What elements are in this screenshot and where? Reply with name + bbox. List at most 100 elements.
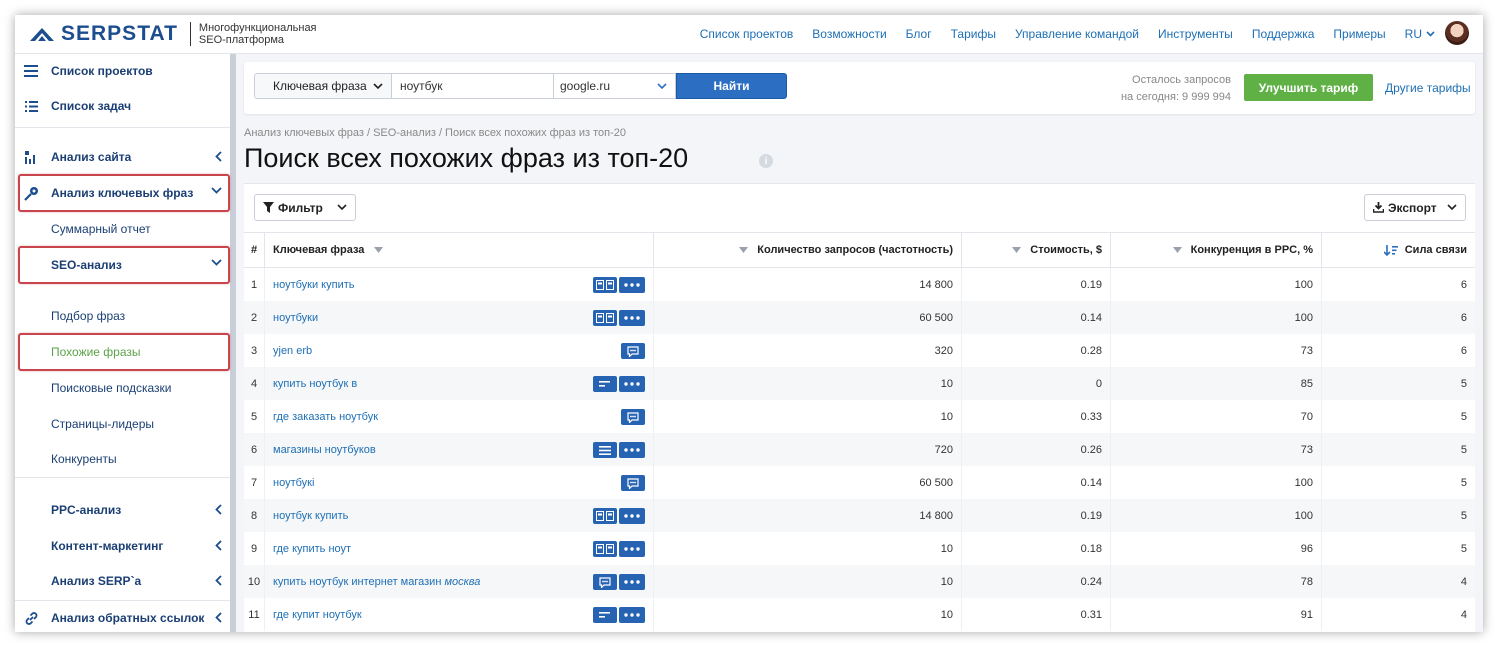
keyword-text: ноутбук купить xyxy=(273,509,349,522)
speech-bubble-icon[interactable] xyxy=(621,343,645,359)
keyword-link[interactable]: yjen erb xyxy=(273,345,312,357)
cell-num: 9 xyxy=(244,532,265,565)
keyword-text: купить ноутбук в xyxy=(273,377,358,390)
cell-keyword: где купить ноут xyxy=(264,532,654,565)
sidebar-item-backlink-analysis[interactable]: Анализ обратных ссылок xyxy=(15,601,230,632)
column-header-strength[interactable]: Сила связи xyxy=(1321,232,1475,268)
column-header-keyword[interactable]: Ключевая фраза xyxy=(264,232,654,268)
nav-projects[interactable]: Список проектов xyxy=(700,27,794,41)
logo[interactable]: SERPSTAT Многофункциональная SEO-платфор… xyxy=(29,22,317,46)
cell-num: 5 xyxy=(244,400,265,433)
keyword-link[interactable]: ноутбукі xyxy=(273,477,314,489)
language-code: RU xyxy=(1404,27,1422,41)
nav-tools[interactable]: Инструменты xyxy=(1158,27,1233,41)
list-icon[interactable] xyxy=(593,442,617,458)
more-dots-icon[interactable] xyxy=(619,376,645,392)
keyword-link[interactable]: где купит ноутбук xyxy=(273,609,362,621)
serp-features-icon[interactable] xyxy=(593,541,617,557)
table-row: 9 где купить ноут 10 0.18 96 5 xyxy=(244,532,1475,565)
column-header-cost[interactable]: Стоимость, $ xyxy=(961,232,1111,268)
serp-features-icon[interactable] xyxy=(593,277,617,293)
column-header-volume[interactable]: Количество запросов (частотность) xyxy=(653,232,962,268)
keyword-text: магазины ноутбуков xyxy=(273,443,376,456)
cell-num: 7 xyxy=(244,466,265,499)
more-dots-icon[interactable] xyxy=(619,277,645,293)
speech-bubble-icon[interactable] xyxy=(593,574,617,590)
keyword-link[interactable]: ноутбуки купить xyxy=(273,279,355,291)
cell-cost: 0.19 xyxy=(961,267,1111,301)
export-button[interactable]: Экспорт xyxy=(1364,194,1466,221)
cell-cost: 0.14 xyxy=(961,466,1111,499)
cell-strength: 5 xyxy=(1460,542,1467,555)
keyword-input[interactable] xyxy=(392,73,554,99)
user-avatar[interactable] xyxy=(1445,21,1469,45)
search-engine-select[interactable]: google.ru xyxy=(554,73,676,99)
cell-volume: 10 xyxy=(653,400,962,433)
find-button[interactable]: Найти xyxy=(676,73,787,99)
keyword-link[interactable]: где купить ноут xyxy=(273,543,351,555)
cell-cost: 0.19 xyxy=(961,499,1111,532)
keyword-link[interactable]: ноутбук купить xyxy=(273,510,348,522)
keyword-link[interactable]: магазины ноутбуков xyxy=(273,444,376,456)
cell-strength: 6 xyxy=(1460,278,1467,291)
sidebar-item-leader-pages[interactable]: Страницы-лидеры xyxy=(15,407,230,441)
cell-volume: 14 800 xyxy=(653,499,962,532)
nav-blog[interactable]: Блог xyxy=(906,27,932,41)
results-table: # Ключевая фраза Количество запросов (ча… xyxy=(244,232,1475,631)
sidebar-item-content-marketing[interactable]: Контент-маркетинг xyxy=(15,529,230,563)
nav-features[interactable]: Возможности xyxy=(812,27,886,41)
cell-competition: 100 xyxy=(1110,466,1322,499)
other-plans-link[interactable]: Другие тарифы xyxy=(1385,81,1471,95)
search-panel: Ключевая фраза google.ru Найти Осталось … xyxy=(244,62,1475,114)
keyword-link[interactable]: купить ноутбук интернет магазин москва xyxy=(273,576,480,588)
results-card: Фильтр Экспорт # Ключевая фраза Количест… xyxy=(244,183,1475,632)
serpstat-logo-icon xyxy=(30,28,54,41)
sidebar-item-seo-analysis[interactable]: SEO-анализ xyxy=(15,248,230,282)
sidebar-item-search-suggestions[interactable]: Поисковые подсказки xyxy=(15,371,230,405)
nav-support[interactable]: Поддержка xyxy=(1252,27,1315,41)
tagline-line-1: Многофункциональная xyxy=(198,22,317,34)
keyword-link[interactable]: купить ноутбук в xyxy=(273,378,357,390)
cell-competition: 85 xyxy=(1110,367,1322,400)
more-dots-icon[interactable] xyxy=(619,607,645,623)
keyword-badges xyxy=(593,376,645,392)
column-header-competition[interactable]: Конкуренция в PPC, % xyxy=(1110,232,1322,268)
more-dots-icon[interactable] xyxy=(619,508,645,524)
upgrade-plan-button[interactable]: Улучшить тариф xyxy=(1244,74,1373,101)
info-icon[interactable]: i xyxy=(759,154,773,168)
nav-examples[interactable]: Примеры xyxy=(1333,27,1385,41)
keyword-link[interactable]: где заказать ноутбук xyxy=(273,411,378,423)
nav-pricing[interactable]: Тарифы xyxy=(951,27,996,41)
sidebar-item-site-analysis[interactable]: Анализ сайта xyxy=(15,140,230,174)
nav-team[interactable]: Управление командой xyxy=(1015,27,1139,41)
sidebar-item-summary-report[interactable]: Суммарный отчет xyxy=(15,212,230,246)
speech-bubble-icon[interactable] xyxy=(621,409,645,425)
keyword-badges xyxy=(621,475,645,491)
sidebar-item-keyword-analysis[interactable]: Анализ ключевых фраз xyxy=(15,176,230,210)
sidebar-item-project-list[interactable]: Список проектов xyxy=(15,54,230,88)
sidebar-item-ppc-analysis[interactable]: PPC-анализ xyxy=(15,493,230,527)
download-icon xyxy=(1373,202,1384,213)
more-dots-icon[interactable] xyxy=(619,442,645,458)
cell-competition: 78 xyxy=(1110,565,1322,598)
sidebar-item-similar-phrases[interactable]: Похожие фразы xyxy=(15,335,230,369)
serp-features-icon[interactable] xyxy=(593,310,617,326)
keyword-link[interactable]: ноутбуки xyxy=(273,312,318,324)
sidebar-item-task-list[interactable]: Список задач xyxy=(15,89,230,123)
export-label: Экспорт xyxy=(1388,200,1437,215)
language-select[interactable]: RU xyxy=(1405,27,1435,41)
filter-button[interactable]: Фильтр xyxy=(254,194,356,221)
snippet-lines-icon[interactable] xyxy=(593,376,617,392)
serp-features-icon[interactable] xyxy=(593,508,617,524)
more-dots-icon[interactable] xyxy=(619,574,645,590)
sidebar-item-competitors[interactable]: Конкуренты xyxy=(15,442,230,476)
sidebar-item-serp-analysis[interactable]: Анализ SERP`а xyxy=(15,564,230,598)
snippet-lines-icon[interactable] xyxy=(593,607,617,623)
filter-icon xyxy=(263,202,274,213)
search-type-select[interactable]: Ключевая фраза xyxy=(254,73,392,99)
chevron-down-icon xyxy=(1426,31,1435,37)
sidebar-item-phrase-selection[interactable]: Подбор фраз xyxy=(15,299,230,333)
more-dots-icon[interactable] xyxy=(619,541,645,557)
speech-bubble-icon[interactable] xyxy=(621,475,645,491)
more-dots-icon[interactable] xyxy=(619,310,645,326)
